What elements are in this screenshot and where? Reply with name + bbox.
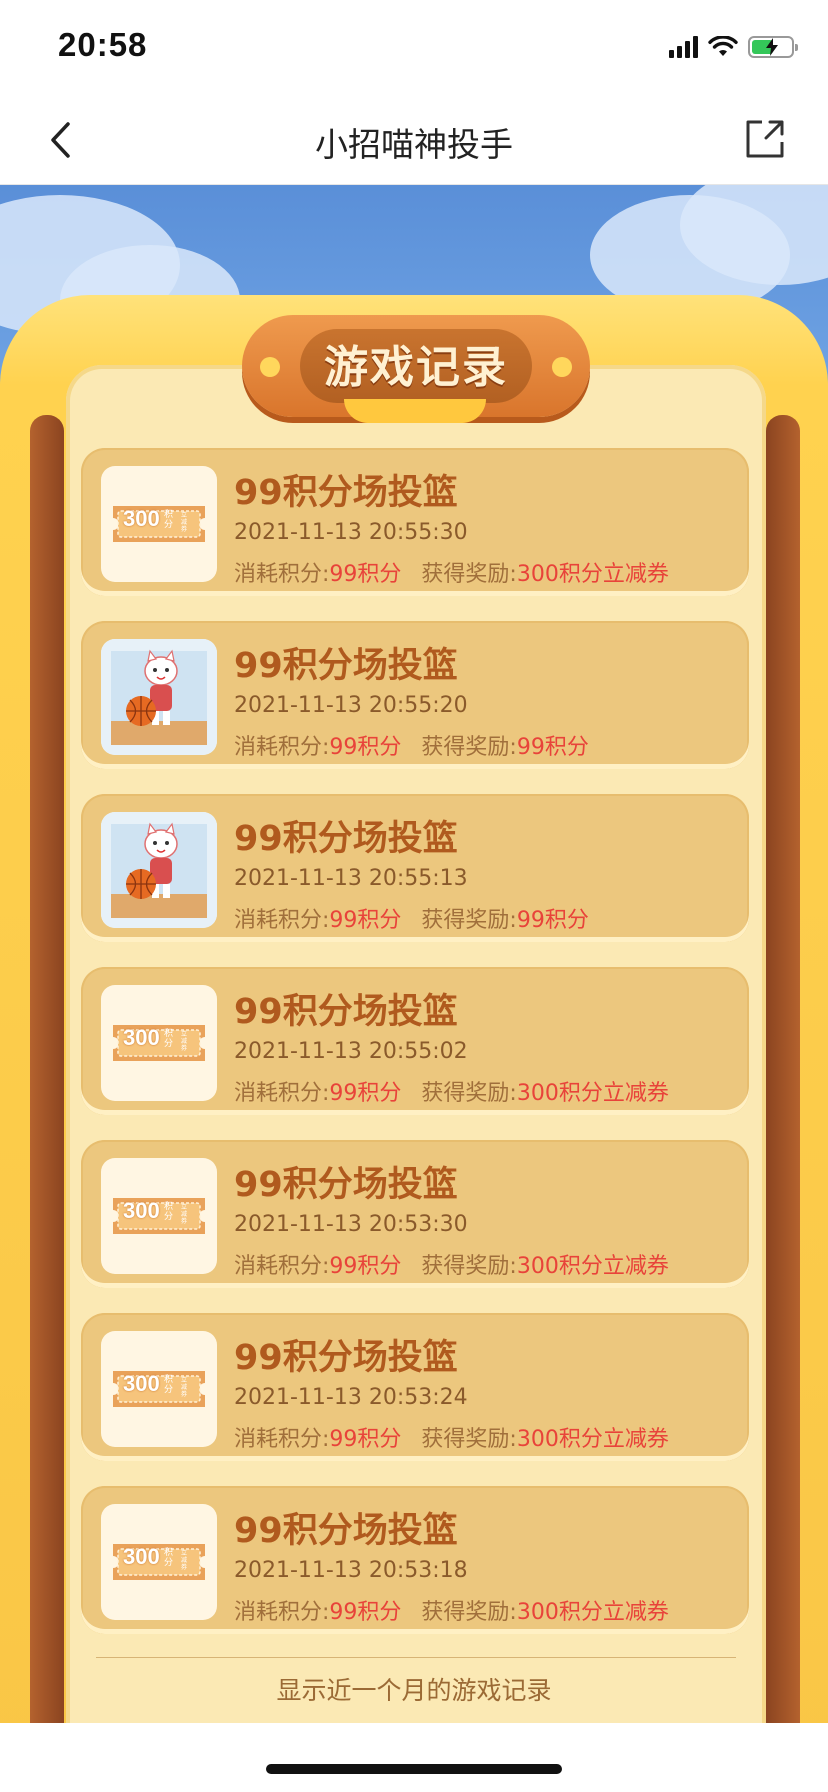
- cat-basketball-image: [101, 812, 217, 928]
- game-record-area: 游戏记录 300 积分 立减券 99积分场投篮 2021-11-13 20:55:30 消…: [0, 185, 828, 1723]
- record-title: 99积分场投篮: [234, 473, 458, 513]
- footer-note: 显示近一个月的游戏记录: [276, 1676, 552, 1705]
- cost-value: 99积分: [329, 735, 402, 760]
- signal-icon: [669, 36, 698, 58]
- record-time: 2021-11-13 20:55:30: [234, 520, 468, 545]
- cost-value: 99积分: [329, 1600, 402, 1625]
- cost-label: 消耗积分:: [234, 562, 330, 587]
- cost-label: 消耗积分:: [234, 908, 330, 933]
- record-detail: 消耗积分:99积分 获得奖励:300积分立减券: [234, 556, 669, 588]
- cost-label: 消耗积分:: [234, 1427, 330, 1452]
- reward-label: 获得奖励:: [421, 908, 517, 933]
- coupon-amount: 300: [123, 1544, 160, 1569]
- cost-label: 消耗积分:: [234, 735, 330, 760]
- reward-label: 获得奖励:: [421, 562, 517, 587]
- reward-value: 300积分立减券: [516, 1427, 669, 1452]
- frame-rail-right: [766, 415, 800, 1723]
- cost-value: 99积分: [329, 1254, 402, 1279]
- coupon-text: 立减券: [181, 1550, 188, 1571]
- record-time: 2021-11-13 20:53:30: [234, 1212, 468, 1237]
- record-detail: 消耗积分:99积分 获得奖励:300积分立减券: [234, 1594, 669, 1626]
- reward-label: 获得奖励:: [421, 1081, 517, 1106]
- coupon-unit: 积分: [164, 1202, 174, 1222]
- record-title: 99积分场投篮: [234, 819, 458, 859]
- record-thumbnail: [101, 639, 217, 755]
- record-time: 2021-11-13 20:53:18: [234, 1558, 468, 1583]
- status-bar: 20:58: [0, 0, 828, 96]
- reward-value: 300积分立减券: [516, 1081, 669, 1106]
- coupon-amount: 300: [123, 506, 160, 531]
- coupon-amount: 300: [123, 1371, 160, 1396]
- reward-label: 获得奖励:: [421, 735, 517, 760]
- coupon-text: 立减券: [181, 1031, 188, 1052]
- reward-value: 99积分: [516, 735, 589, 760]
- cost-value: 99积分: [329, 1427, 402, 1452]
- reward-value: 300积分立减券: [516, 1254, 669, 1279]
- coupon-unit: 积分: [164, 1029, 174, 1049]
- record-title: 99积分场投篮: [234, 1338, 458, 1378]
- record-thumbnail: 300 积分 立减券: [101, 1158, 217, 1274]
- coupon-unit: 积分: [164, 510, 174, 530]
- record-thumbnail: [101, 812, 217, 928]
- record-thumbnail: 300 积分 立减券: [101, 985, 217, 1101]
- record-item: 99积分场投篮 2021-11-13 20:55:20 消耗积分:99积分 获得奖励:…: [81, 621, 749, 769]
- record-detail: 消耗积分:99积分 获得奖励:300积分立减券: [234, 1075, 669, 1107]
- reward-value: 300积分立减券: [516, 562, 669, 587]
- coupon-text: 立减券: [181, 1204, 188, 1225]
- record-item: 300 积分 立减券 99积分场投篮 2021-11-13 20:53:24 消耗积分:9…: [81, 1313, 749, 1461]
- coupon-unit: 积分: [164, 1375, 174, 1395]
- record-item: 300 积分 立减券 99积分场投篮 2021-11-13 20:53:18 消耗积分:9…: [81, 1486, 749, 1634]
- coupon-text: 立减券: [181, 1377, 188, 1398]
- record-title: 99积分场投篮: [234, 1165, 458, 1205]
- record-detail: 消耗积分:99积分 获得奖励:99积分: [234, 902, 589, 934]
- home-indicator[interactable]: [266, 1764, 562, 1774]
- coupon-text: 立减券: [181, 512, 188, 533]
- record-item: 300 积分 立减券 99积分场投篮 2021-11-13 20:55:30 消耗积分:9…: [81, 448, 749, 596]
- record-detail: 消耗积分:99积分 获得奖励:300积分立减券: [234, 1248, 669, 1280]
- status-icons: [669, 36, 798, 58]
- record-time: 2021-11-13 20:55:02: [234, 1039, 468, 1064]
- record-title: 99积分场投篮: [234, 1511, 458, 1551]
- record-time: 2021-11-13 20:55:13: [234, 866, 468, 891]
- coupon-unit: 积分: [164, 1548, 174, 1568]
- wifi-icon: [708, 36, 738, 56]
- page-title: 小招喵神投手: [315, 125, 513, 164]
- reward-label: 获得奖励:: [421, 1427, 517, 1452]
- record-title: 99积分场投篮: [234, 992, 458, 1032]
- divider: [96, 1657, 736, 1658]
- cost-label: 消耗积分:: [234, 1600, 330, 1625]
- coupon-amount: 300: [123, 1198, 160, 1223]
- cost-value: 99积分: [329, 1081, 402, 1106]
- record-item: 300 积分 立减券 99积分场投篮 2021-11-13 20:55:02 消耗积分:9…: [81, 967, 749, 1115]
- record-thumbnail: 300 积分 立减券: [101, 466, 217, 582]
- reward-value: 300积分立减券: [516, 1600, 669, 1625]
- cost-value: 99积分: [329, 562, 402, 587]
- record-item: 99积分场投篮 2021-11-13 20:55:13 消耗积分:99积分 获得奖励:…: [81, 794, 749, 942]
- record-thumbnail: 300 积分 立减券: [101, 1504, 217, 1620]
- record-item: 300 积分 立减券 99积分场投篮 2021-11-13 20:53:30 消耗积分:9…: [81, 1140, 749, 1288]
- record-detail: 消耗积分:99积分 获得奖励:99积分: [234, 729, 589, 761]
- share-button[interactable]: [742, 116, 788, 162]
- record-thumbnail: 300 积分 立减券: [101, 1331, 217, 1447]
- share-icon: [746, 120, 784, 158]
- frame-rail-left: [30, 415, 64, 1723]
- cost-label: 消耗积分:: [234, 1254, 330, 1279]
- cat-basketball-image: [101, 639, 217, 755]
- cost-value: 99积分: [329, 908, 402, 933]
- status-time: 20:58: [58, 26, 148, 63]
- reward-value: 99积分: [516, 908, 589, 933]
- record-title: 99积分场投篮: [234, 646, 458, 686]
- section-title: 游戏记录: [324, 342, 508, 393]
- battery-charging-icon: [748, 36, 798, 58]
- nav-bar: 小招喵神投手: [0, 96, 828, 185]
- reward-label: 获得奖励:: [421, 1254, 517, 1279]
- record-time: 2021-11-13 20:55:20: [234, 693, 468, 718]
- record-time: 2021-11-13 20:53:24: [234, 1385, 468, 1410]
- cost-label: 消耗积分:: [234, 1081, 330, 1106]
- reward-label: 获得奖励:: [421, 1600, 517, 1625]
- record-detail: 消耗积分:99积分 获得奖励:300积分立减券: [234, 1421, 669, 1453]
- coupon-amount: 300: [123, 1025, 160, 1050]
